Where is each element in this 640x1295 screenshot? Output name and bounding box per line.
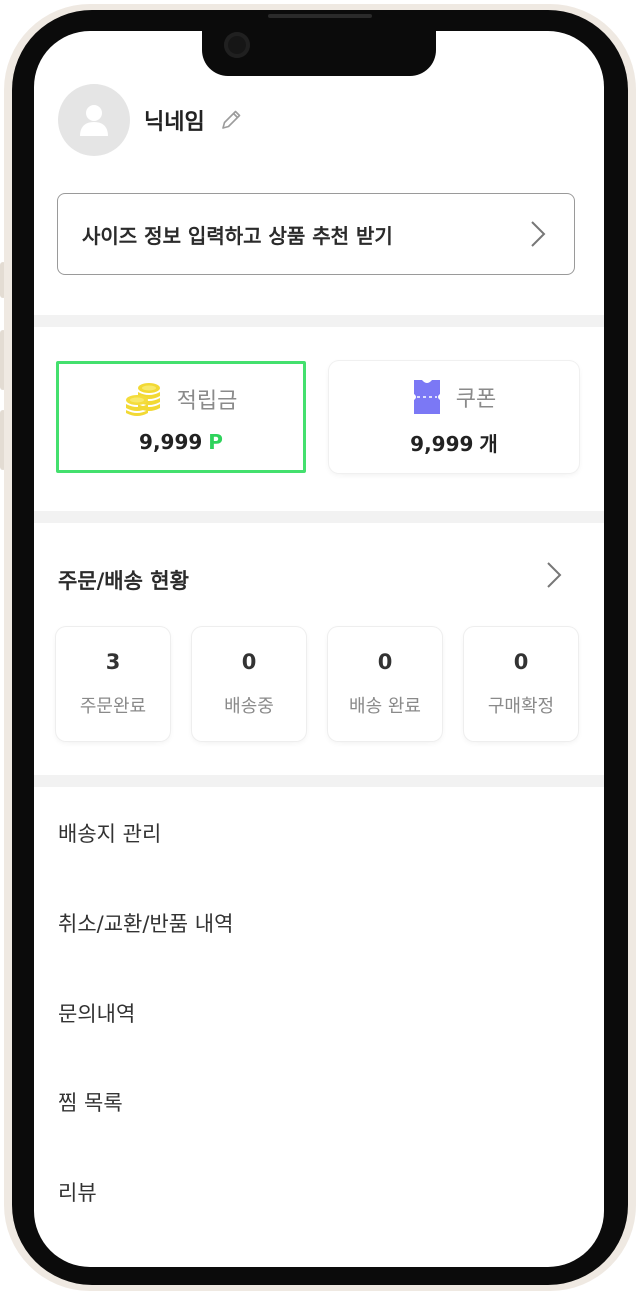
menu-item-cancel-exchange-return[interactable]: 취소/교환/반품 내역 (58, 908, 233, 938)
size-recommendation-button[interactable]: 사이즈 정보 입력하고 상품 추천 받기 (57, 193, 575, 275)
points-value-row: 9,999 P (139, 430, 223, 454)
status-label: 배송중 (224, 696, 274, 717)
status-label: 구매확정 (487, 696, 555, 717)
size-banner-text: 사이즈 정보 입력하고 상품 추천 받기 (82, 223, 393, 248)
section-divider (34, 511, 604, 523)
status-shipping[interactable]: 0 배송중 (192, 627, 306, 741)
menu-item-reviews[interactable]: 리뷰 (58, 1177, 97, 1207)
status-label: 배송 완료 (349, 696, 421, 717)
status-label: 주문완료 (79, 696, 147, 717)
chevron-right-icon (547, 562, 562, 588)
coupon-value-row: 9,999 개 (410, 428, 498, 457)
coins-icon (125, 383, 160, 416)
pencil-icon (221, 110, 241, 129)
camera-icon (224, 32, 250, 58)
coupon-card-head: 쿠폰 (412, 378, 496, 416)
profile-header: 닉네임 (58, 83, 243, 157)
menu-item-wishlist[interactable]: 찜 목록 (58, 1087, 123, 1117)
ticket-icon (413, 379, 440, 414)
coupon-card[interactable]: 쿠폰 9,999 개 (329, 361, 579, 473)
status-count: 0 (241, 650, 257, 674)
points-label: 적립금 (176, 389, 238, 414)
menu-item-inquiries[interactable]: 문의내역 (58, 998, 135, 1028)
edit-nickname-button[interactable] (219, 108, 243, 132)
screen: 닉네임 사이즈 정보 입력하고 상품 추천 받기 적립금 9,999 P 쿠폰 … (34, 31, 604, 1267)
section-divider (34, 775, 604, 787)
points-card[interactable]: 적립금 9,999 P (56, 361, 306, 473)
coupon-value: 9,999 (410, 431, 474, 456)
menu-item-address[interactable]: 배송지 관리 (58, 818, 161, 848)
status-purchase-confirmed[interactable]: 0 구매확정 (464, 627, 578, 741)
order-status-more-button[interactable] (546, 561, 562, 593)
user-icon (80, 105, 108, 136)
section-divider (34, 315, 604, 327)
chevron-right-icon (531, 221, 546, 247)
coupon-label: 쿠폰 (455, 386, 497, 412)
status-order-complete[interactable]: 3 주문완료 (56, 627, 170, 741)
nickname: 닉네임 (144, 110, 205, 135)
status-count: 0 (513, 650, 529, 674)
points-card-head: 적립금 (125, 380, 238, 418)
status-count: 0 (377, 650, 393, 674)
points-value: 9,999 (139, 430, 203, 454)
status-count: 3 (105, 650, 121, 674)
status-delivered[interactable]: 0 배송 완료 (328, 627, 442, 741)
notch (202, 24, 436, 76)
avatar[interactable] (58, 84, 130, 156)
points-unit: P (208, 430, 223, 454)
phone-frame: 닉네임 사이즈 정보 입력하고 상품 추천 받기 적립금 9,999 P 쿠폰 … (0, 0, 640, 1295)
coupon-unit: 개 (479, 431, 498, 456)
order-status-title: 주문/배송 현황 (58, 569, 189, 593)
speaker-grille (268, 14, 372, 18)
